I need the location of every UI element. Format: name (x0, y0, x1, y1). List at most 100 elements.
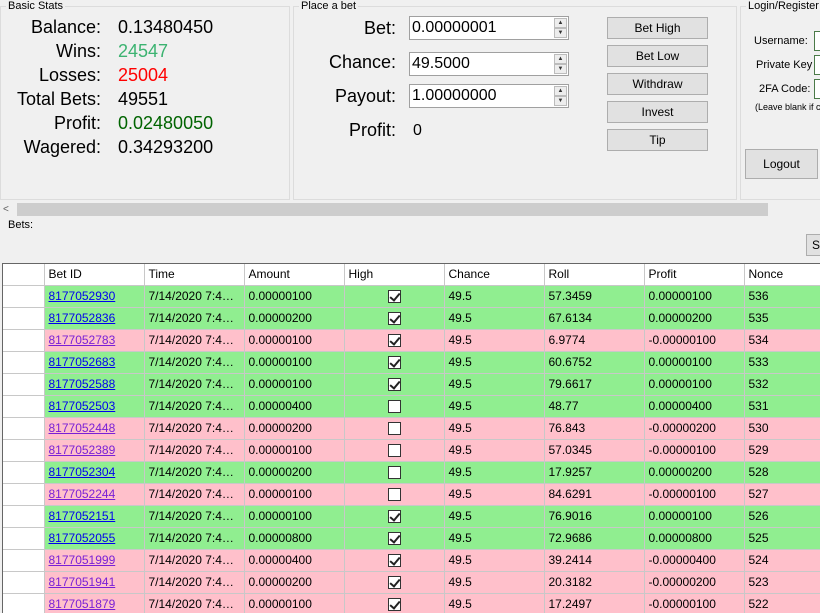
row-header[interactable] (3, 329, 45, 352)
chance-stepper[interactable]: ▲ ▼ (409, 52, 569, 76)
top-horizontal-scrollbar[interactable]: < (0, 201, 820, 218)
table-row[interactable]: 8177051879 7/14/2020 7:40:... 0.00000100 49… (3, 593, 820, 613)
table-row[interactable]: 8177052503 7/14/2020 7:40:... 0.00000400 49… (3, 395, 820, 418)
bet-decrement-icon[interactable]: ▼ (554, 28, 567, 38)
row-header[interactable] (3, 483, 45, 506)
column-header-high[interactable]: High (344, 264, 445, 286)
bet-id-link[interactable]: 8177052836 (49, 311, 116, 325)
column-header-nonce[interactable]: Nonce (744, 264, 820, 286)
payout-decrement-icon[interactable]: ▼ (554, 96, 567, 106)
bet-id-link[interactable]: 8177051879 (49, 597, 116, 611)
row-header[interactable] (3, 461, 45, 484)
scroll-left-icon[interactable]: < (3, 203, 13, 216)
twofa-field[interactable] (814, 79, 820, 99)
row-header[interactable] (3, 505, 45, 528)
table-row[interactable]: 8177052389 7/14/2020 7:40:... 0.00000100 49… (3, 439, 820, 462)
bet-id-link[interactable]: 8177052055 (49, 531, 116, 545)
high-checkbox-checked[interactable] (387, 290, 401, 304)
bet-id-link[interactable]: 8177052588 (49, 377, 116, 391)
corner-button[interactable]: S (806, 234, 820, 256)
bet-high-button[interactable]: Bet High (607, 17, 708, 39)
bet-id-link[interactable]: 8177052503 (49, 399, 116, 413)
row-header[interactable] (3, 527, 45, 550)
table-row[interactable]: 8177052683 7/14/2020 7:40:... 0.00000100 49… (3, 351, 820, 374)
payout-input[interactable] (410, 85, 553, 107)
table-row[interactable]: 8177052448 7/14/2020 7:40:... 0.00000200 49… (3, 417, 820, 440)
table-row[interactable]: 8177051999 7/14/2020 7:40:... 0.00000400 49… (3, 549, 820, 572)
bets-grid[interactable]: Bet ID Time Amount High Chance Roll Prof… (2, 263, 820, 613)
chance-decrement-icon[interactable]: ▼ (554, 64, 567, 74)
column-header-bet-id[interactable]: Bet ID (44, 264, 145, 286)
bet-id-link[interactable]: 8177052244 (49, 487, 116, 501)
high-checkbox-checked[interactable] (387, 312, 401, 326)
scrollbar-thumb[interactable] (17, 203, 768, 216)
row-header[interactable] (3, 373, 45, 396)
amount-cell: 0.00000100 (244, 373, 345, 396)
high-checkbox-checked[interactable] (387, 510, 401, 524)
bet-amount-stepper[interactable]: ▲ ▼ (409, 16, 569, 40)
payout-stepper[interactable]: ▲ ▼ (409, 84, 569, 108)
withdraw-button[interactable]: Withdraw (607, 73, 708, 95)
table-row[interactable]: 8177052055 7/14/2020 7:40:... 0.00000800 49… (3, 527, 820, 550)
invest-button[interactable]: Invest (607, 101, 708, 123)
high-checkbox-checked[interactable] (387, 598, 401, 612)
row-header[interactable] (3, 549, 45, 572)
column-header-roll[interactable]: Roll (544, 264, 645, 286)
row-header[interactable] (3, 395, 45, 418)
high-cell (344, 527, 445, 550)
row-header[interactable] (3, 439, 45, 462)
table-row[interactable]: 8177052783 7/14/2020 7:40:... 0.00000100 49… (3, 329, 820, 352)
row-header[interactable] (3, 417, 45, 440)
bet-increment-icon[interactable]: ▲ (554, 18, 567, 28)
high-checkbox-checked[interactable] (387, 356, 401, 370)
row-header[interactable] (3, 285, 45, 308)
column-header-profit[interactable]: Profit (644, 264, 745, 286)
roll-cell: 57.0345 (544, 439, 645, 462)
bet-id-link[interactable]: 8177052389 (49, 443, 116, 457)
tip-button[interactable]: Tip (607, 129, 708, 151)
table-row[interactable]: 8177052930 7/14/2020 7:40:... 0.00000100 49… (3, 285, 820, 308)
high-checkbox-unchecked[interactable] (387, 466, 401, 480)
bet-id-link[interactable]: 8177052304 (49, 465, 116, 479)
profit-cell: 0.00000100 (644, 373, 745, 396)
chance-increment-icon[interactable]: ▲ (554, 54, 567, 64)
table-row[interactable]: 8177052304 7/14/2020 7:40:... 0.00000200 49… (3, 461, 820, 484)
table-row[interactable]: 8177051941 7/14/2020 7:40:... 0.00000200 49… (3, 571, 820, 594)
column-header-time[interactable]: Time (144, 264, 245, 286)
chance-input[interactable] (410, 53, 553, 75)
column-header-chance[interactable]: Chance (444, 264, 545, 286)
bet-low-button[interactable]: Bet Low (607, 45, 708, 67)
row-header[interactable] (3, 571, 45, 594)
logout-button[interactable]: Logout (745, 149, 818, 179)
high-checkbox-checked[interactable] (387, 576, 401, 590)
private-key-field[interactable] (814, 55, 820, 75)
wagered-label: Wagered: (23, 137, 101, 157)
high-checkbox-unchecked[interactable] (387, 444, 401, 458)
bet-amount-input[interactable] (410, 17, 553, 39)
bet-id-link[interactable]: 8177052448 (49, 421, 116, 435)
high-checkbox-checked[interactable] (387, 532, 401, 546)
high-checkbox-unchecked[interactable] (387, 488, 401, 502)
payout-increment-icon[interactable]: ▲ (554, 86, 567, 96)
high-checkbox-checked[interactable] (387, 378, 401, 392)
high-checkbox-checked[interactable] (387, 334, 401, 348)
column-header-amount[interactable]: Amount (244, 264, 345, 286)
high-checkbox-unchecked[interactable] (387, 422, 401, 436)
table-row[interactable]: 8177052588 7/14/2020 7:40:... 0.00000100 49… (3, 373, 820, 396)
table-row[interactable]: 8177052836 7/14/2020 7:40:... 0.00000200 49… (3, 307, 820, 330)
row-header[interactable] (3, 307, 45, 330)
high-checkbox-unchecked[interactable] (387, 400, 401, 414)
table-row[interactable]: 8177052151 7/14/2020 7:40:... 0.00000100 49… (3, 505, 820, 528)
bet-id-link[interactable]: 8177051999 (49, 553, 116, 567)
username-field[interactable] (814, 31, 820, 51)
table-row[interactable]: 8177052244 7/14/2020 7:40:... 0.00000100 49… (3, 483, 820, 506)
bet-id-link[interactable]: 8177052930 (49, 289, 116, 303)
bet-id-link[interactable]: 8177052783 (49, 333, 116, 347)
row-header[interactable] (3, 351, 45, 374)
bet-id-link[interactable]: 8177052683 (49, 355, 116, 369)
high-checkbox-checked[interactable] (387, 554, 401, 568)
chance-cell: 49.5 (444, 417, 545, 440)
bet-id-link[interactable]: 8177051941 (49, 575, 116, 589)
row-header[interactable] (3, 593, 45, 613)
bet-id-link[interactable]: 8177052151 (49, 509, 116, 523)
